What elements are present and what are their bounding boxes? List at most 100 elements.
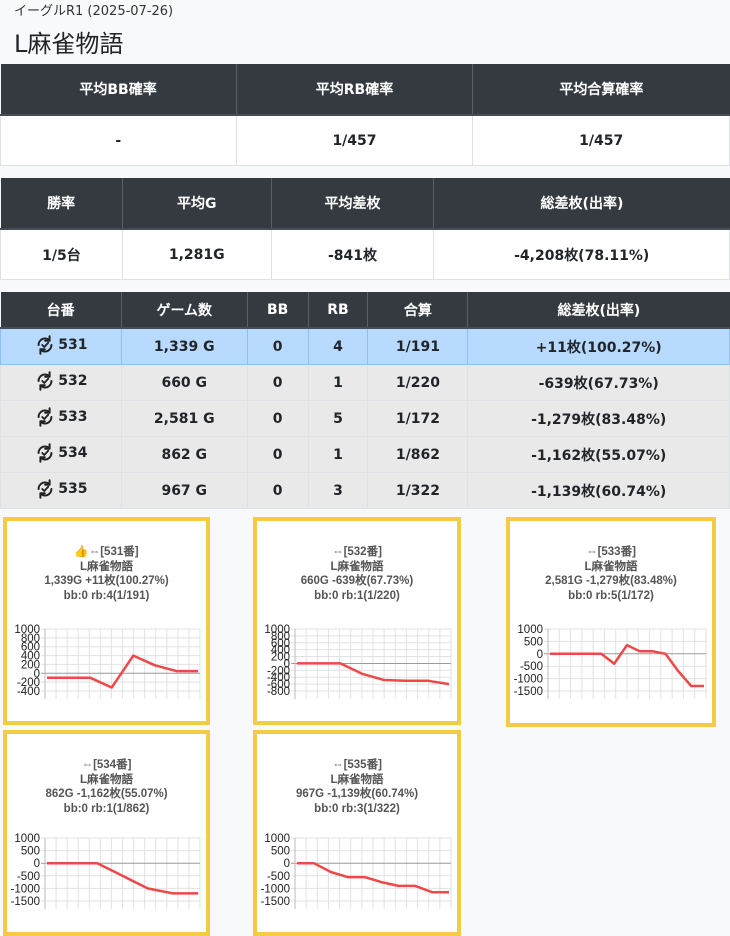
venue-date: イーグルR1 (2025-07-26) xyxy=(14,4,174,19)
avg-diff-header: 平均差枚 xyxy=(271,178,435,230)
machine-chart-card[interactable]: ⇔[533番] L麻雀物語 2,581G -1,279枚(83.48%) bb:0 r… xyxy=(506,517,716,727)
combined-cell: 1/220 xyxy=(367,364,469,401)
machine-no[interactable]: 532 xyxy=(58,373,87,389)
avg-games-value: 1,281G xyxy=(121,228,272,280)
y-tick-label: -1500 xyxy=(11,896,40,908)
rb-cell: 4 xyxy=(307,327,369,365)
sync-icon xyxy=(37,370,53,391)
machine-no-cell[interactable]: 534 xyxy=(0,436,122,473)
y-tick-label: -1500 xyxy=(514,686,543,698)
total-diff-value: -4,208枚(78.11%) xyxy=(433,228,730,280)
machine-no-cell[interactable]: 532 xyxy=(0,364,122,401)
sync-icon xyxy=(37,478,53,499)
bb-cell: 0 xyxy=(246,436,309,473)
sync-icon xyxy=(37,406,53,427)
rb-cell: 3 xyxy=(307,472,369,509)
games-header: ゲーム数 xyxy=(121,292,248,329)
avg-bb-header: 平均BB確率 xyxy=(0,64,237,116)
y-tick-label: -1000 xyxy=(261,883,290,895)
y-tick-label: 0 xyxy=(34,858,40,870)
win-rate-header: 勝率 xyxy=(0,178,123,230)
win-rate-value: 1/5台 xyxy=(0,228,123,280)
bb-cell: 0 xyxy=(246,364,309,401)
y-tick-label: -800 xyxy=(267,686,290,698)
avg-combined-value: 1/457 xyxy=(472,114,730,166)
y-tick-label: 0 xyxy=(537,649,543,661)
machine-no[interactable]: 535 xyxy=(58,481,87,497)
y-tick-label: -1000 xyxy=(514,674,543,686)
machine-chart-card[interactable]: ⇔[532番] L麻雀物語 660G -639枚(67.73%) bb:0 rb:1(… xyxy=(253,517,461,725)
bb-cell: 0 xyxy=(246,400,309,437)
diff-line-chart: 10005000-500-1000-1500 xyxy=(261,833,452,909)
machine-chart-card[interactable]: 👍⇔[531番] L麻雀物語 1,339G +11枚(100.27%) bb:0 rb… xyxy=(3,517,210,725)
avg-diff-value: -841枚 xyxy=(270,228,435,280)
avg-rb-header: 平均RB確率 xyxy=(236,64,474,116)
machine-no[interactable]: 533 xyxy=(58,409,87,425)
machine-no-cell[interactable]: 533 xyxy=(0,400,122,437)
diff-line-chart: 10008006004002000-200-400 xyxy=(14,624,201,699)
bb-header: BB xyxy=(247,292,309,329)
games-cell: 2,581 G xyxy=(120,400,248,437)
diff-cell: +11枚(100.27%) xyxy=(467,327,730,365)
y-tick-label: 1000 xyxy=(14,833,40,845)
machine-no[interactable]: 534 xyxy=(58,445,87,461)
games-cell: 1,339 G xyxy=(120,327,248,365)
machine-table: 台番 ゲーム数 BB RB 合算 総差枚(出率) 531 1,339 G 0 4 1/1… xyxy=(0,292,730,509)
diff-cell: -639枚(67.73%) xyxy=(467,364,730,401)
combined-cell: 1/172 xyxy=(367,400,469,437)
table-row[interactable]: 534 862 G 0 1 1/862 -1,162枚(55.07%) xyxy=(0,436,730,473)
avg-bb-value: - xyxy=(0,114,237,166)
y-tick-label: 1000 xyxy=(517,624,543,636)
y-tick-label: 500 xyxy=(271,846,290,858)
diff-header: 総差枚(出率) xyxy=(467,292,730,329)
y-tick-label: 500 xyxy=(524,636,543,648)
machine-chart-card[interactable]: ⇔[535番] L麻雀物語 967G -1,139枚(60.74%) bb:0 rb:… xyxy=(253,730,461,936)
avg-rb-value: 1/457 xyxy=(235,114,474,166)
bb-cell: 0 xyxy=(246,472,309,509)
rb-header: RB xyxy=(308,292,369,329)
games-cell: 967 G xyxy=(120,472,248,509)
y-tick-label: 500 xyxy=(21,846,40,858)
rb-cell: 5 xyxy=(307,400,369,437)
games-cell: 660 G xyxy=(120,364,248,401)
combined-cell: 1/191 xyxy=(367,327,469,365)
combined-cell: 1/322 xyxy=(367,472,469,509)
diff-cell: -1,162枚(55.07%) xyxy=(467,436,730,473)
diff-cell: -1,279枚(83.48%) xyxy=(467,400,730,437)
machine-no-cell[interactable]: 531 xyxy=(0,327,122,365)
y-tick-label: -500 xyxy=(520,661,543,673)
probability-summary-table: 平均BB確率 平均RB確率 平均合算確率 - 1/457 1/457 xyxy=(0,64,730,166)
diff-line-chart: 10008006004002000-200-400-600-800 xyxy=(264,624,452,699)
table-row[interactable]: 531 1,339 G 0 4 1/191 +11枚(100.27%) xyxy=(0,327,730,365)
machine-no-cell[interactable]: 535 xyxy=(0,472,122,509)
table-row[interactable]: 532 660 G 0 1 1/220 -639枚(67.73%) xyxy=(0,364,730,401)
diff-line-chart: 10005000-500-1000-1500 xyxy=(514,624,707,699)
total-diff-header: 総差枚(出率) xyxy=(433,178,730,230)
y-tick-label: -1000 xyxy=(11,883,40,895)
y-tick-label: -1500 xyxy=(261,896,290,908)
result-summary-table: 勝率 平均G 平均差枚 総差枚(出率) 1/5台 1,281G -841枚 -4… xyxy=(0,178,730,280)
avg-combined-header: 平均合算確率 xyxy=(472,64,730,116)
rb-cell: 1 xyxy=(307,436,369,473)
bb-cell: 0 xyxy=(246,327,309,365)
page-title: L麻雀物語 xyxy=(14,30,124,58)
y-tick-label: -500 xyxy=(267,871,290,883)
machine-no-header: 台番 xyxy=(0,292,122,329)
y-tick-label: 0 xyxy=(284,858,290,870)
y-tick-label: 1000 xyxy=(264,833,290,845)
combined-cell: 1/862 xyxy=(367,436,469,473)
diff-cell: -1,139枚(60.74%) xyxy=(467,472,730,509)
y-tick-label: -500 xyxy=(17,871,40,883)
machine-no[interactable]: 531 xyxy=(58,337,87,353)
combined-header: 合算 xyxy=(367,292,469,329)
sync-icon xyxy=(37,334,53,355)
games-cell: 862 G xyxy=(120,436,248,473)
table-row[interactable]: 535 967 G 0 3 1/322 -1,139枚(60.74%) xyxy=(0,472,730,509)
table-row[interactable]: 533 2,581 G 0 5 1/172 -1,279枚(83.48%) xyxy=(0,400,730,437)
diff-line-chart: 10005000-500-1000-1500 xyxy=(11,833,201,909)
machine-chart-card[interactable]: ⇔[534番] L麻雀物語 862G -1,162枚(55.07%) bb:0 rb:… xyxy=(3,730,210,936)
sync-icon xyxy=(37,442,53,463)
rb-cell: 1 xyxy=(307,364,369,401)
y-tick-label: -400 xyxy=(17,686,40,698)
avg-games-header: 平均G xyxy=(122,178,272,230)
